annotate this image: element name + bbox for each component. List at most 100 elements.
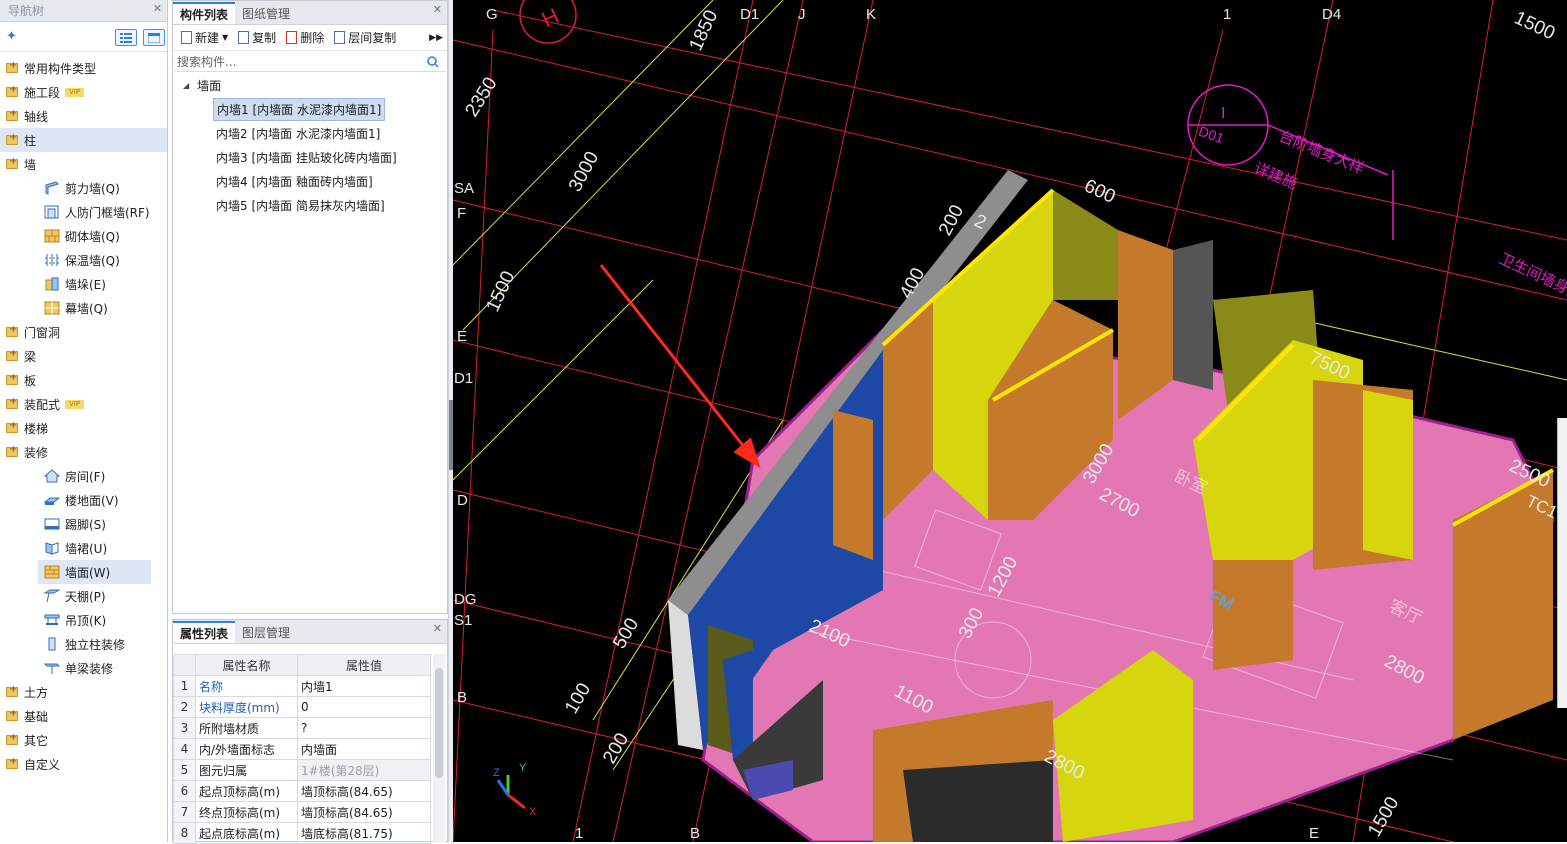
property-name: 起点顶标高(m) [195, 780, 298, 802]
nav-item-slab[interactable]: 板 [0, 368, 167, 392]
nav-item-axis[interactable]: 轴线 [0, 104, 167, 128]
property-row[interactable]: 6 起点顶标高(m) 墙顶标高(84.65) [173, 780, 431, 802]
nav-item-wall-pier[interactable]: 墙垛(E) [0, 272, 167, 296]
scrollbar-thumb[interactable] [435, 668, 443, 778]
folder-icon [6, 324, 18, 337]
property-value[interactable]: 0 [297, 696, 431, 718]
property-value[interactable]: ? [297, 717, 431, 739]
folder-icon [6, 372, 18, 385]
component-item[interactable]: 内墙3 [内墙面 挂贴玻化砖内墙面] [173, 145, 447, 169]
property-scrollbar[interactable] [433, 654, 445, 842]
property-index: 3 [173, 717, 196, 739]
axis-bubble-label: H [538, 3, 563, 32]
nav-item-earthwork[interactable]: 土方 [0, 680, 167, 704]
property-value[interactable]: 墙底标高(81.75) [297, 822, 431, 844]
nav-item-label: 柱 [24, 133, 37, 148]
nav-item-column[interactable]: 柱 [0, 128, 167, 152]
component-item[interactable]: 内墙5 [内墙面 简易抹灰内墙面] [173, 193, 447, 217]
nav-item-beam-decoration[interactable]: 单梁装修 [0, 656, 167, 680]
tab-drawing-management[interactable]: 图纸管理 [235, 2, 297, 24]
nav-item-masonry-wall[interactable]: 砌体墙(Q) [0, 224, 167, 248]
nav-item-insulation-wall[interactable]: 保温墙(Q) [0, 248, 167, 272]
panel-view-icon[interactable] [143, 29, 165, 46]
component-panel-close-icon[interactable]: ✕ [433, 3, 442, 16]
delete-button[interactable]: 删除 [282, 28, 328, 48]
nav-item-other[interactable]: 其它 [0, 728, 167, 752]
pin-icon[interactable]: ✦ [6, 29, 17, 44]
new-button[interactable]: 新建 ▼ [177, 28, 232, 48]
property-value[interactable]: 内墙面 [297, 738, 431, 760]
copy-button[interactable]: 复制 [234, 28, 280, 48]
component-tree-root[interactable]: ◢ 墙面 [173, 73, 447, 97]
property-value[interactable]: 墙顶标高(84.65) [297, 801, 431, 823]
property-row[interactable]: 8 起点底标高(m) 墙底标高(81.75) [173, 822, 431, 844]
dim-text: 200 [599, 730, 633, 768]
floor-copy-icon [334, 31, 346, 44]
nav-item-label: 板 [24, 373, 37, 388]
nav-item-construction-section[interactable]: 施工段 VIP [0, 80, 167, 104]
grid-label: F [457, 205, 466, 222]
folder-icon [6, 84, 18, 97]
property-row[interactable]: 7 终点顶标高(m) 墙顶标高(84.65) [173, 801, 431, 823]
suspended-ceiling-icon [44, 613, 60, 627]
property-row[interactable]: 1 名称 内墙1 [173, 675, 431, 697]
component-item[interactable]: 内墙1 [内墙面 水泥漆内墙面1] [173, 97, 447, 121]
nav-item-custom[interactable]: 自定义 [0, 752, 167, 776]
nav-item-common-types[interactable]: 常用构件类型 [0, 56, 167, 80]
nav-item-shear-wall[interactable]: 剪力墙(Q) [0, 176, 167, 200]
more-actions-icon[interactable]: ▶▶ [429, 33, 443, 43]
nav-item-label: 楼梯 [24, 421, 49, 436]
nav-item-label: 幕墙(Q) [65, 301, 108, 316]
property-row[interactable]: 5 图元归属 1#楼(第28层) [173, 759, 431, 781]
cad-3d-viewport[interactable]: G D1 J K 1 D4 SA F E D1 D DG S1 B 1 B E … [453, 0, 1567, 842]
nav-item-dado[interactable]: 墙裙(U) [0, 536, 167, 560]
property-value[interactable]: 墙顶标高(84.65) [297, 780, 431, 802]
nav-item-column-decoration[interactable]: 独立柱装修 [0, 632, 167, 656]
nav-item-ceiling[interactable]: 天棚(P) [0, 584, 167, 608]
nav-item-foundation[interactable]: 基础 [0, 704, 167, 728]
nav-item-openings[interactable]: 门窗洞 [0, 320, 167, 344]
property-panel-close-icon[interactable]: ✕ [433, 622, 442, 635]
nav-item-beam[interactable]: 梁 [0, 344, 167, 368]
nav-close-icon[interactable]: ✕ [153, 2, 162, 15]
nav-item-label: 剪力墙(Q) [65, 181, 120, 196]
viewport-side-toolbar[interactable] [1557, 418, 1567, 708]
curtain-wall-icon [44, 301, 60, 315]
nav-item-decoration[interactable]: 装修 [0, 440, 167, 464]
component-search-input[interactable] [177, 54, 417, 69]
nav-item-skirting[interactable]: 踢脚(S) [0, 512, 167, 536]
nav-item-label: 墙裙(U) [65, 541, 108, 556]
property-row[interactable]: 2 块料厚度(mm) 0 [173, 696, 431, 718]
property-value[interactable]: 内墙1 [297, 675, 431, 697]
folder-icon [6, 732, 18, 745]
property-row[interactable]: 3 所附墙材质? [173, 717, 431, 739]
nav-item-civil-defense-wall[interactable]: 人防门框墙(RF) [0, 200, 167, 224]
nav-item-curtain-wall[interactable]: 幕墙(Q) [0, 296, 167, 320]
copy-button-label: 复制 [252, 31, 277, 45]
grid-label: K [866, 6, 876, 23]
nav-item-stairs[interactable]: 楼梯 [0, 416, 167, 440]
nav-item-label: 基础 [24, 709, 49, 724]
collapse-triangle-icon[interactable]: ◢ [183, 81, 189, 90]
nav-item-label: 装配式 [24, 397, 61, 412]
component-item[interactable]: 内墙2 [内墙面 水泥漆内墙面1] [173, 121, 447, 145]
folder-icon [6, 684, 18, 697]
folder-icon [6, 108, 18, 121]
nav-item-prefab[interactable]: 装配式 VIP [0, 392, 167, 416]
chevron-down-icon: ▼ [222, 33, 229, 42]
search-icon[interactable] [427, 56, 439, 68]
tab-component-list[interactable]: 构件列表 [173, 2, 236, 24]
property-row[interactable]: 4 内/外墙面标志 内墙面 [173, 738, 431, 760]
nav-item-suspended-ceiling[interactable]: 吊顶(K) [0, 608, 167, 632]
nav-item-wall[interactable]: 墙 [0, 152, 167, 176]
delete-icon [286, 31, 298, 44]
nav-item-floor-surface[interactable]: 楼地面(V) [0, 488, 167, 512]
nav-item-wall-surface[interactable]: 墙面(W) [38, 560, 151, 584]
list-view-icon[interactable] [115, 29, 137, 46]
floor-copy-button[interactable]: 层间复制 [330, 28, 400, 48]
tab-layer-management[interactable]: 图层管理 [235, 621, 297, 643]
nav-item-room[interactable]: 房间(F) [0, 464, 167, 488]
tab-property-list[interactable]: 属性列表 [173, 621, 236, 643]
dim-text: 2350 [461, 74, 501, 121]
component-item[interactable]: 内墙4 [内墙面 釉面砖内墙面] [173, 169, 447, 193]
